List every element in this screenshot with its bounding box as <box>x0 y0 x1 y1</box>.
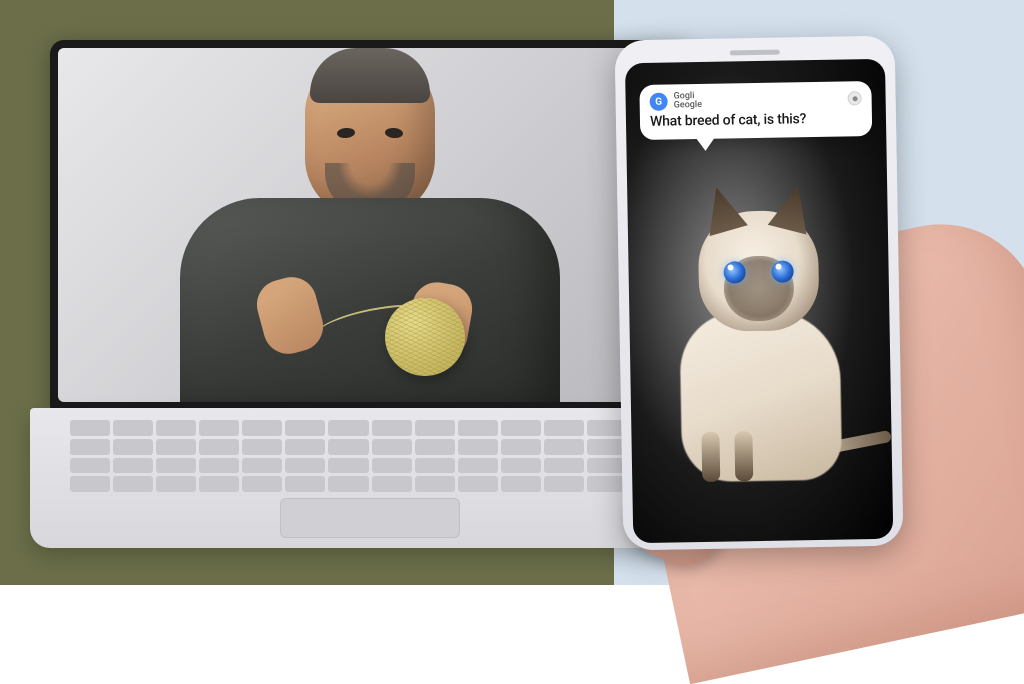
siamese-cat-illustration <box>668 209 873 482</box>
laptop-trackpad[interactable] <box>280 498 460 538</box>
voice-assistant-card[interactable]: G GogliGeogle What breed of cat, is this… <box>639 81 872 140</box>
cat-ear-left <box>697 182 748 236</box>
smartphone-device: G GogliGeogle What breed of cat, is this… <box>615 36 904 551</box>
phone-screen[interactable]: G GogliGeogle What breed of cat, is this… <box>625 59 893 543</box>
mic-icon <box>852 96 857 101</box>
cat-front-legs <box>701 431 753 482</box>
laptop-device <box>30 40 710 550</box>
cat-head <box>698 210 820 332</box>
laptop-keyboard[interactable] <box>70 420 670 492</box>
man-eyes <box>305 128 435 138</box>
laptop-screen[interactable] <box>58 48 682 402</box>
cat-ear-right <box>768 181 818 234</box>
man-sweater-body <box>180 198 560 402</box>
phone-speaker <box>730 50 780 56</box>
assistant-query-text: What breed of cat, is this? <box>650 110 862 130</box>
assistant-card-header: G GogliGeogle <box>649 89 861 111</box>
assistant-logo-icon: G <box>649 93 667 111</box>
assistant-brand-label: GogliGeogle <box>673 92 702 110</box>
cat-eyes <box>698 260 818 284</box>
microphone-button[interactable] <box>847 91 861 105</box>
laptop-bezel <box>50 40 690 410</box>
man-with-yarn-illustration <box>170 58 570 402</box>
man-head <box>305 58 435 218</box>
man-hair <box>310 48 430 103</box>
laptop-base <box>30 408 710 548</box>
yarn-ball <box>385 298 465 376</box>
